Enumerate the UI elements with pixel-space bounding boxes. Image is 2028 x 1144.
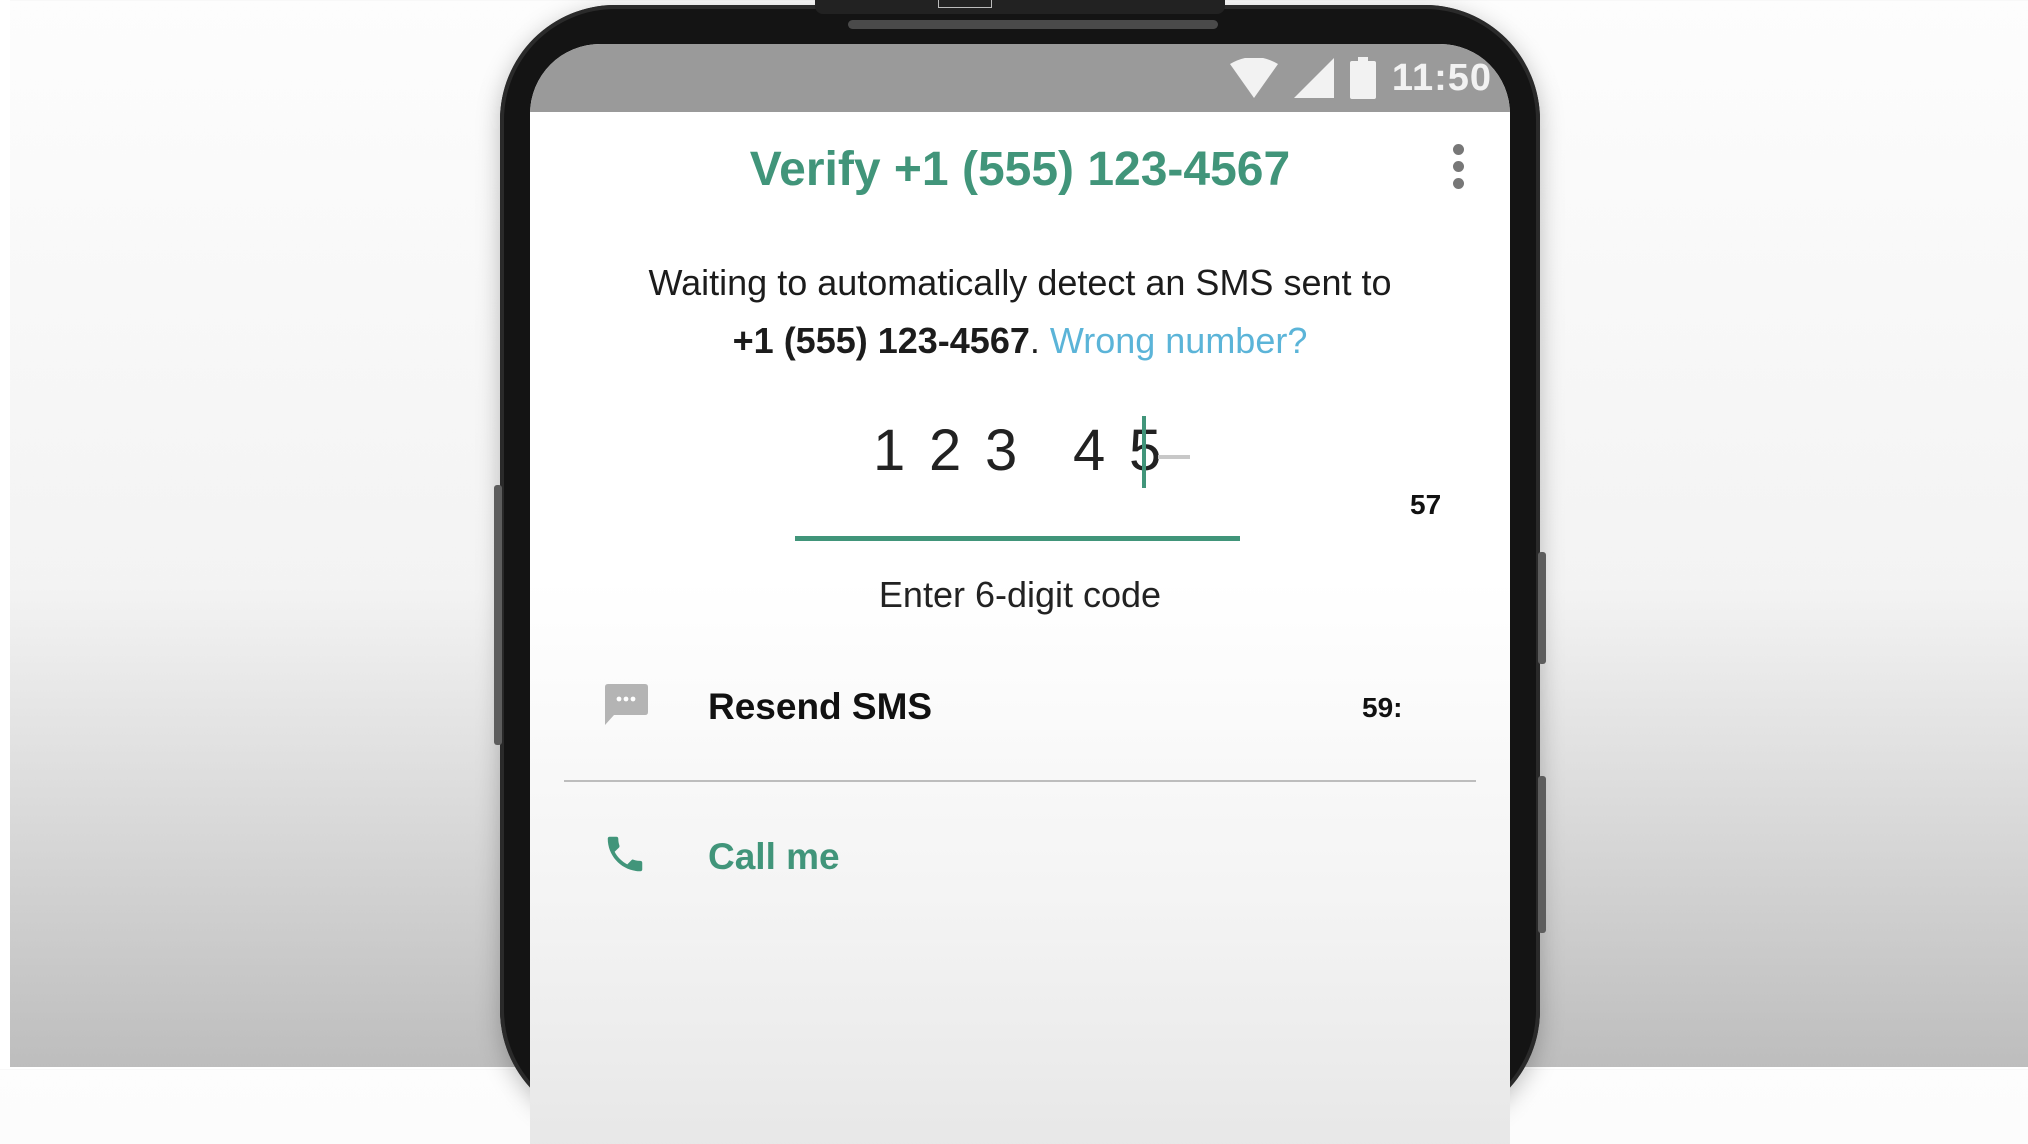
overflow-menu-icon[interactable] — [1448, 144, 1468, 198]
code-digit: 4 — [1073, 418, 1106, 483]
phone-top-slot — [815, 0, 1225, 14]
text-cursor — [1142, 416, 1146, 488]
wrong-number-link[interactable]: Wrong number? — [1050, 320, 1307, 361]
status-bar: 11:50 — [530, 44, 1510, 112]
message-separator: . — [1029, 320, 1050, 361]
resend-timer: 59: — [1362, 692, 1403, 723]
phone-speaker — [848, 20, 1218, 29]
phone-side-button-left — [494, 485, 502, 745]
resend-sms-button[interactable]: Resend SMS 59: — [602, 672, 1452, 742]
wifi-icon — [1229, 58, 1278, 98]
phone-side-button-right-top — [1538, 552, 1546, 664]
signal-icon — [1293, 58, 1334, 98]
code-input-underline — [795, 536, 1240, 541]
code-input[interactable]: 1 2 3 4 5 — [795, 417, 1245, 487]
overlay-number: 57 — [1410, 489, 1442, 520]
code-digit: 1 — [873, 418, 906, 483]
call-me-button[interactable]: Call me — [602, 820, 1452, 890]
status-time: 11:50 — [1391, 56, 1492, 99]
code-digit: 2 — [929, 418, 962, 483]
phone-icon — [602, 830, 648, 883]
divider — [564, 780, 1476, 782]
phone-number: +1 (555) 123-4567 — [732, 320, 1030, 361]
phone-top-mark — [938, 0, 992, 8]
code-hint: Enter 6-digit code — [878, 574, 1162, 615]
page-title: Verify +1 (555) 123-4567 — [749, 143, 1291, 196]
phone-screen: 11:50 Verify +1 (555) 123-4567 Waiting t… — [530, 44, 1510, 1144]
sms-wait-message-line2: +1 (555) 123-4567. Wrong number? — [530, 320, 1510, 362]
call-me-label: Call me — [708, 836, 840, 877]
sms-wait-message: Waiting to automatically detect an SMS s… — [648, 262, 1392, 303]
code-digit: 3 — [985, 418, 1018, 483]
battery-icon — [1349, 57, 1376, 99]
resend-sms-label: Resend SMS — [708, 686, 933, 727]
phone-side-button-right-bottom — [1538, 776, 1546, 933]
verify-screen: Verify +1 (555) 123-4567 Waiting to auto… — [530, 112, 1510, 1144]
message-icon — [602, 684, 648, 731]
empty-digit-placeholder — [1158, 455, 1190, 459]
frame-edge-left — [0, 0, 10, 1069]
